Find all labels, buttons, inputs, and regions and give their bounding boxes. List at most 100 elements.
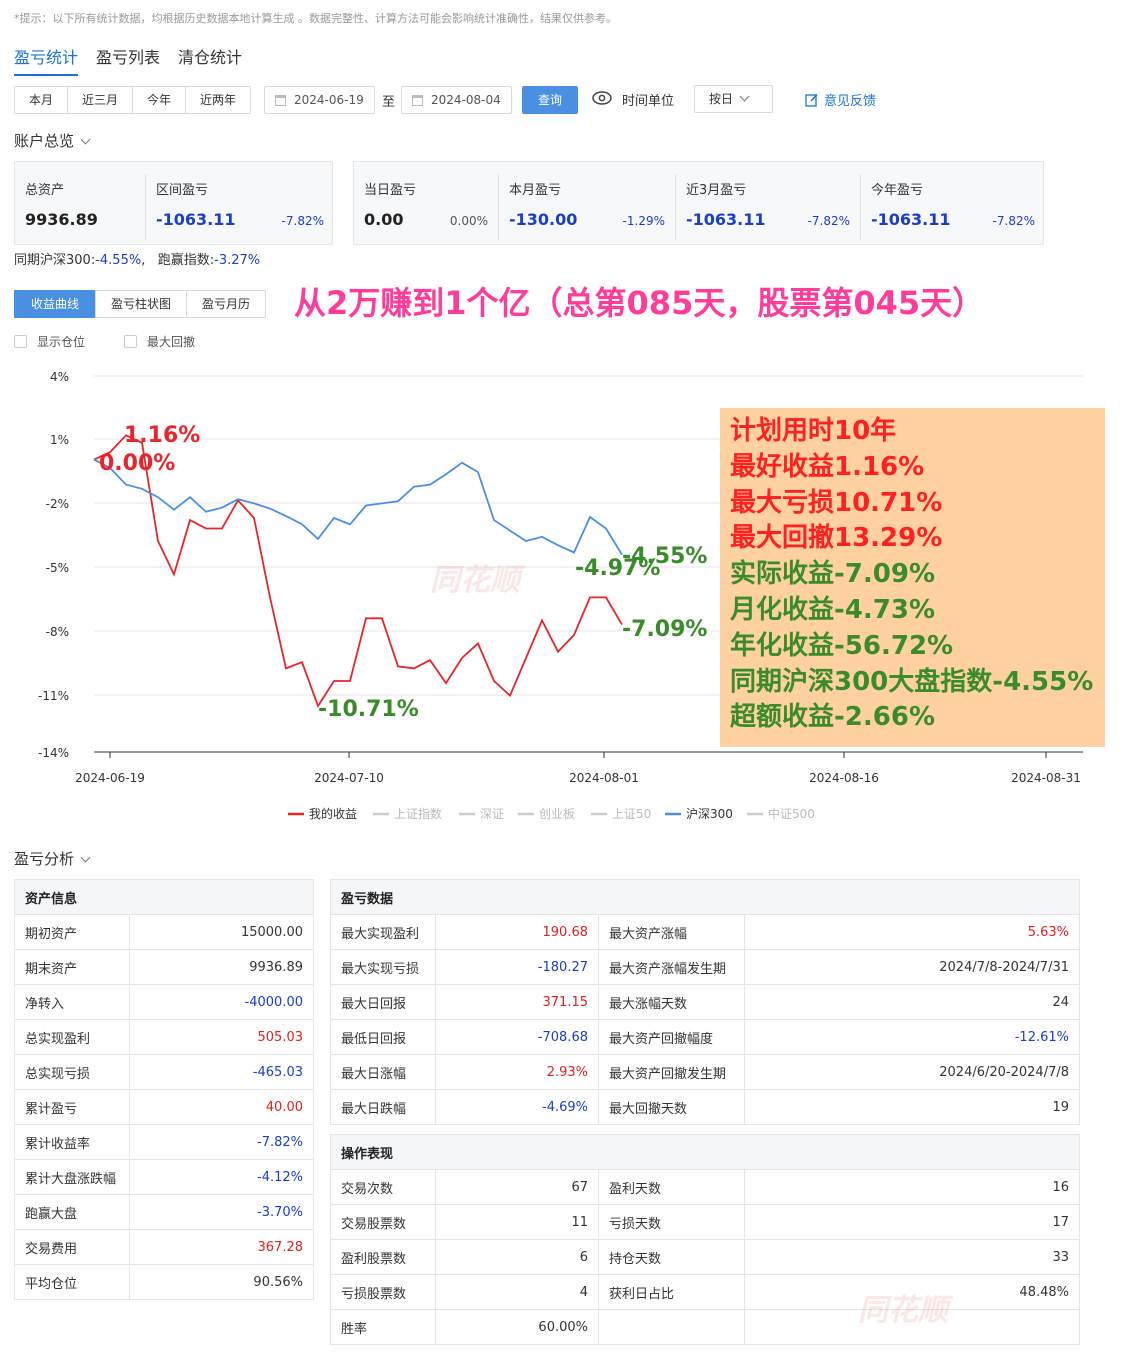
calendar-icon [275,94,286,106]
row-value: 40.00 [129,1089,314,1125]
chevron-down-icon [739,91,750,102]
row-label: 最大资产回撤发生期 [598,1054,745,1090]
row-value: 2024/6/20-2024/7/8 [744,1054,1080,1090]
time-unit-label: 时间单位 [622,94,675,109]
overview-card-left: 总资产 9936.89 区间盈亏 -1063.11 -7.82% [14,161,333,245]
table-row: 跑赢大盘 -3.70% [14,1194,314,1230]
table-row: 交易股票数 11 亏损天数 17 [330,1204,1080,1240]
asset-info-table: 资产信息 期初资产 15000.00 期末资产 9936.89 净转入 -4000.00 总… [14,879,314,1300]
y-tick-label: -14% [38,746,69,760]
tab-pl-calendar[interactable]: 盈亏月历 [186,290,267,318]
row-label: 最大涨幅天数 [598,984,745,1020]
chart-annotation: -4.55% [622,544,707,569]
row-value: 371.15 [435,984,599,1020]
headline: 从2万赚到1个亿（总第085天，股票第045天） [294,284,985,322]
edit-icon [805,93,818,107]
feedback-link[interactable]: 意见反馈 [805,90,876,109]
max-drawdown-checkbox[interactable]: 最大回撤 [124,333,195,350]
month-pl-value: -130.00 [509,210,578,229]
period-2-years[interactable]: 近两年 [185,86,252,114]
show-position-checkbox[interactable]: 显示仓位 [14,333,85,350]
row-label: 最大资产涨幅 [598,914,745,950]
row-value: 2024/7/8-2024/7/31 [744,949,1080,985]
tab-pl-list[interactable]: 盈亏列表 [96,44,160,76]
operation-table: 操作表现 交易次数 67 盈利天数 16 交易股票数 11 亏损天数 17 盈利股票数 6 持仓天数… [330,1134,1080,1345]
y-tick-label: -2% [46,497,69,511]
row-label: 总实现盈利 [14,1019,130,1055]
row-value: -4.69% [435,1089,599,1125]
table-row: 交易费用 367.28 [14,1229,314,1265]
row-value: -7.82% [129,1124,314,1160]
table-row: 最大日跌幅 -4.69% 最大回撤天数 19 [330,1089,1080,1125]
row-value: 90.56% [129,1264,314,1300]
year-pl-pct: -7.82% [992,214,1035,228]
row-label: 交易费用 [14,1229,130,1265]
overview-card-right: 当日盈亏 0.00 0.00% 本月盈亏 -130.00 -1.29% 近3月盈… [353,161,1044,245]
chevron-down-icon [80,852,91,863]
analysis-title[interactable]: 盈亏分析 [14,848,91,869]
watermark-logo: 同花顺 [858,1293,948,1328]
y-tick-label: -11% [38,689,69,703]
row-label: 累计收益率 [14,1124,130,1160]
x-tick-label: 2024-06-19 [75,771,145,785]
row-label: 累计盈亏 [14,1089,130,1125]
q3-pl-pct: -7.82% [807,214,850,228]
end-date-input[interactable]: 2024-08-04 [401,86,512,114]
row-value: 367.28 [129,1229,314,1265]
row-value: -180.27 [435,949,599,985]
row-label: 最大日回报 [330,984,436,1020]
legend-item: 我的收益 [309,806,357,821]
info-line: 实际收益-7.09% [730,559,935,590]
row-value: 2.93% [435,1054,599,1090]
row-label: 最大日跌幅 [330,1089,436,1125]
operation-header: 操作表现 [330,1134,1080,1170]
row-value: -4.12% [129,1159,314,1195]
period-3-months[interactable]: 近三月 [67,86,134,114]
row-label: 亏损股票数 [330,1274,436,1310]
row-label: 平均仓位 [14,1264,130,1300]
x-tick-label: 2024-07-10 [314,771,384,785]
y-tick-label: 4% [50,370,69,384]
row-label: 最大实现盈利 [330,914,436,950]
chart-tabs: 收益曲线 盈亏柱状图 盈亏月历 [14,290,267,318]
row-value: 16 [744,1169,1080,1205]
year-pl-label: 今年盈亏 [871,183,924,198]
watermark-logo: 同花顺 [430,563,520,598]
row-value: 4 [435,1274,599,1310]
day-pl-label: 当日盈亏 [364,183,417,198]
table-row: 最大实现亏损 -180.27 最大资产涨幅发生期 2024/7/8-2024/7/31 [330,949,1080,985]
row-value: -4000.00 [129,984,314,1020]
x-tick-label: 2024-08-31 [1011,771,1081,785]
table-row: 亏损股票数 4 获利日占比 48.48% [330,1274,1080,1310]
row-label: 最大日涨幅 [330,1054,436,1090]
period-this-year[interactable]: 今年 [132,86,187,114]
time-unit-select[interactable]: 按日 [694,85,773,113]
tab-return-curve[interactable]: 收益曲线 [14,290,97,318]
row-value: 5.63% [744,914,1080,950]
date-separator: 至 [382,95,396,110]
row-label: 累计大盘涨跌幅 [14,1159,130,1195]
row-value: 9936.89 [129,949,314,985]
table-row: 最大日涨幅 2.93% 最大资产回撤发生期 2024/6/20-2024/7/8 [330,1054,1080,1090]
chart-annotation: 0.00% [99,451,175,476]
table-row: 累计大盘涨跌幅 -4.12% [14,1159,314,1195]
tab-pl-bar[interactable]: 盈亏柱状图 [95,290,188,318]
row-label: 最大资产涨幅发生期 [598,949,745,985]
y-tick-label: -5% [46,561,69,575]
query-button[interactable]: 查询 [522,86,578,114]
table-row: 最大实现盈利 190.68 最大资产涨幅 5.63% [330,914,1080,950]
table-row: 期初资产 15000.00 [14,914,314,950]
start-date-input[interactable]: 2024-06-19 [264,86,375,114]
tab-clear-stats[interactable]: 清仓统计 [178,44,242,76]
range-pl-label: 区间盈亏 [156,183,209,198]
tab-pl-stats[interactable]: 盈亏统计 [14,44,79,76]
q3-pl-value: -1063.11 [686,210,766,229]
row-value: -708.68 [435,1019,599,1055]
period-this-month[interactable]: 本月 [14,86,69,114]
table-row: 最低日回报 -708.68 最大资产回撤幅度 -12.61% [330,1019,1080,1055]
overview-title[interactable]: 账户总览 [14,130,91,151]
row-label: 净转入 [14,984,130,1020]
legend-item: 深证 [480,807,504,821]
row-label: 交易股票数 [330,1204,436,1240]
info-line: 月化收益-4.73% [730,594,935,625]
